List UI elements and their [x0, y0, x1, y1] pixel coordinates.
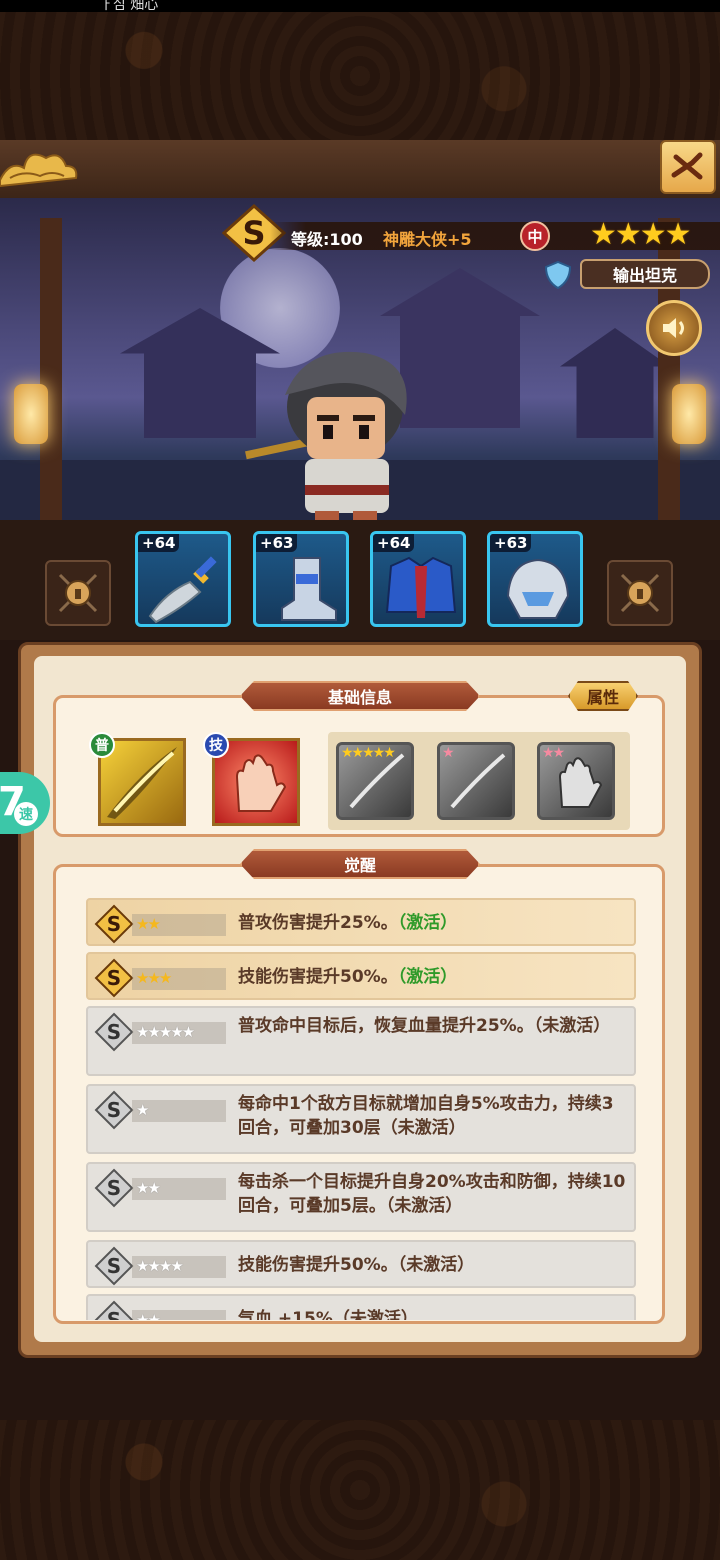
palm-skill-icon	[235, 754, 287, 812]
awaken-stars: ★	[136, 1101, 150, 1119]
locked-skill-stars: ★★	[542, 745, 565, 761]
s-grade-badge-icon: S	[94, 1090, 134, 1130]
awaken-row: S ★★★★ 技能伤害提升50%。（未激活）	[86, 1240, 636, 1288]
basic-info-title: 基础信息	[240, 681, 480, 711]
shield-icon	[545, 261, 571, 289]
sword-icon	[148, 556, 217, 624]
svg-text:S: S	[107, 1098, 121, 1122]
awaken-stars: ★★	[136, 915, 161, 933]
s-grade-badge-icon: S	[94, 1246, 134, 1286]
hero-title: 神雕大侠+5	[383, 230, 472, 249]
s-grade-badge-icon: S	[94, 904, 134, 944]
locked-skill-stars: ★★★★★	[341, 745, 396, 761]
locked-skill-2[interactable]: ★	[437, 742, 515, 820]
locked-slot-right[interactable]	[607, 560, 673, 626]
equipment-slot-helmet[interactable]: +63	[487, 531, 583, 627]
svg-text:S: S	[107, 912, 121, 936]
s-grade-badge-icon: S	[94, 958, 134, 998]
awaken-stars: ★★	[136, 1311, 161, 1320]
s-grade-badge-icon: S	[94, 1012, 134, 1052]
svg-text:S: S	[242, 214, 265, 252]
awaken-stars: ★★★★	[136, 1257, 184, 1275]
awaken-stars: ★★	[136, 1179, 161, 1197]
hero-stars: ★★★★	[590, 217, 692, 252]
awaken-row: S ★ 每命中1个敌方目标就增加自身5%攻击力，持续3回合，可叠加30层（未激活…	[86, 1084, 636, 1154]
close-icon	[671, 152, 703, 180]
awaken-text: 技能伤害提升50%。	[238, 967, 398, 987]
hero-character	[245, 351, 407, 529]
speed-float-label: 速	[14, 802, 38, 826]
equipment-plus-level: +64	[373, 534, 415, 552]
awaken-row: S ★★ 气血 +15%（未激活）	[86, 1294, 636, 1320]
bottom-background	[0, 1420, 720, 1560]
speaker-icon	[663, 318, 684, 338]
attributes-tab[interactable]: 属性	[568, 681, 638, 711]
status-bar: ㅏ심 畑心	[0, 0, 720, 13]
awaken-stars: ★★★	[136, 969, 172, 987]
boots-icon	[281, 557, 337, 621]
lock-icon	[58, 573, 98, 613]
svg-text:S: S	[107, 1254, 121, 1278]
awaken-row: S ★★ 每击杀一个目标提升自身20%攻击和防御，持续10回合，可叠加5层。（未…	[86, 1162, 636, 1232]
s-grade-badge-icon: S	[94, 1168, 134, 1208]
awaken-row: S ★★ 普攻伤害提升25%。（激活）	[86, 898, 636, 946]
awaken-text: 每击杀一个目标提升自身20%攻击和防御，持续10回合，可叠加5层。（未激活）	[238, 1172, 626, 1216]
role-label: 输出坦克	[580, 259, 710, 289]
awaken-list[interactable]: S ★★ 普攻伤害提升25%。（激活） S ★★★ 技能伤害提升50%。（激活）…	[86, 898, 636, 1320]
lock-icon	[620, 573, 660, 613]
helmet-icon	[506, 558, 570, 619]
svg-text:S: S	[107, 1020, 121, 1044]
awaken-row: S ★★★★★ 普攻命中目标后，恢复血量提升25%。（未激活）	[86, 1006, 636, 1076]
equipment-slot-weapon[interactable]: +64	[135, 531, 231, 627]
rank-badge: 中	[520, 221, 550, 251]
awaken-status: （激活）	[397, 967, 458, 987]
equipment-plus-level: +63	[256, 534, 298, 552]
close-button[interactable]	[660, 140, 716, 194]
slash-skill-icon	[107, 747, 177, 819]
hero-level: 等级:100	[291, 230, 363, 249]
normal-skill-tag: 普	[89, 732, 115, 758]
armor-icon	[385, 556, 457, 618]
equipment-slot-armor[interactable]: +64	[370, 531, 466, 627]
awaken-text: 普攻命中目标后，恢复血量提升25%。（未激活）	[238, 1016, 611, 1036]
locked-skill-3[interactable]: ★★	[537, 742, 615, 820]
awaken-title: 觉醒	[240, 849, 480, 879]
s-grade-badge-icon: S	[94, 1300, 134, 1320]
awaken-text: 普攻伤害提升25%。	[238, 913, 398, 933]
locked-skill-1[interactable]: ★★★★★	[336, 742, 414, 820]
svg-text:S: S	[107, 1176, 121, 1200]
locked-slot-left[interactable]	[45, 560, 111, 626]
awaken-text: 每命中1个敌方目标就增加自身5%攻击力，持续3回合，可叠加30层（未激活）	[238, 1094, 614, 1138]
svg-text:S: S	[107, 1308, 121, 1320]
awaken-text: 技能伤害提升50%。（未激活）	[238, 1255, 475, 1275]
header-band	[0, 140, 720, 200]
svg-text:S: S	[107, 966, 121, 990]
voice-button[interactable]	[646, 300, 702, 356]
locked-skill-stars: ★	[442, 745, 454, 761]
equipment-slot-boots[interactable]: +63	[253, 531, 349, 627]
equipment-plus-level: +63	[490, 534, 532, 552]
equipment-plus-level: +64	[138, 534, 180, 552]
awaken-row: S ★★★ 技能伤害提升50%。（激活）	[86, 952, 636, 1000]
active-skill-tag: 技	[203, 732, 229, 758]
cloud-ornament-icon	[0, 153, 78, 188]
awaken-text: 气血 +15%（未激活）	[238, 1309, 418, 1320]
top-background	[0, 12, 720, 140]
awaken-status: （激活）	[397, 913, 458, 933]
awaken-stars: ★★★★★	[136, 1023, 195, 1041]
